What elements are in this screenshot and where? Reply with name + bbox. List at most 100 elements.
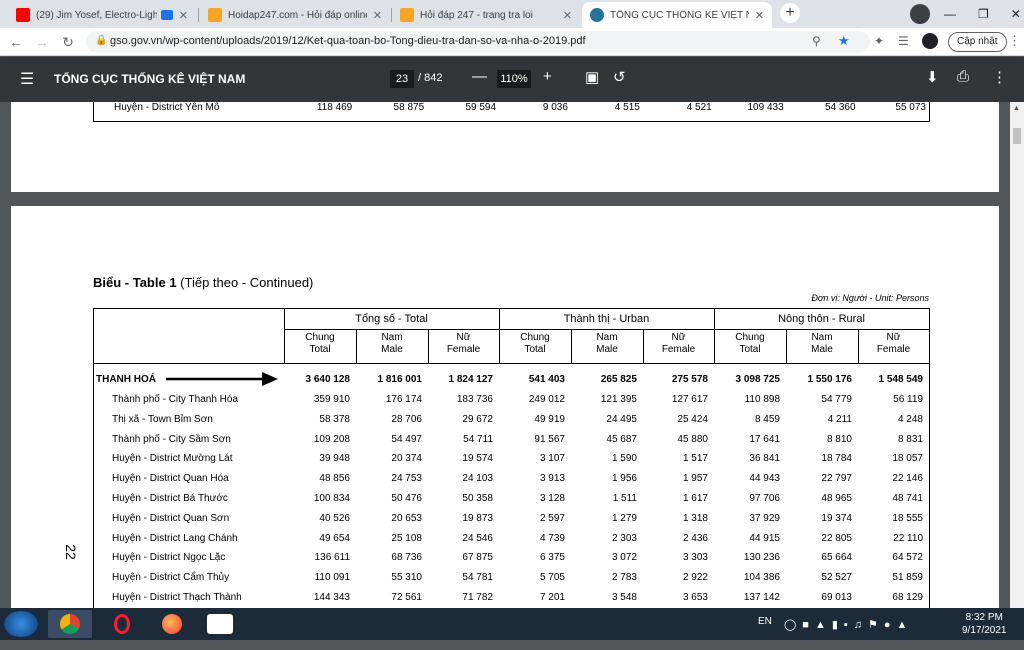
column-header: Chung Total (714, 332, 786, 356)
cell: 19 374 (821, 512, 852, 524)
update-button[interactable]: Cập nhật (948, 32, 1007, 52)
district-name: Thành phố - City Thanh Hóa (112, 394, 239, 405)
divider (284, 329, 929, 330)
divider (94, 363, 929, 364)
zoom-level-input[interactable]: 110% (497, 70, 531, 88)
cell: 36 841 (749, 453, 780, 465)
column-header-line: Female (446, 344, 481, 355)
cell: 2 922 (682, 572, 708, 584)
cell: 7 201 (539, 592, 565, 603)
column-header-line: Total (309, 344, 331, 355)
tab-close-icon[interactable]: ✕ (755, 9, 764, 22)
cell: 24 546 (462, 532, 493, 544)
cell: 51 859 (892, 572, 923, 584)
firefox-taskbar-icon[interactable] (150, 610, 194, 638)
cell: 4 521 (686, 102, 712, 113)
cell: 1 550 176 (807, 374, 853, 385)
restore-icon[interactable]: ❐ (978, 7, 989, 21)
column-header-line: Nam (811, 332, 833, 343)
lock-icon[interactable]: 🔒 (95, 35, 107, 46)
tab-close-icon[interactable]: ✕ (373, 9, 382, 22)
new-tab-button[interactable]: + (780, 3, 800, 23)
hamburger-menu-icon[interactable]: ☰ (20, 69, 34, 89)
cell: 44 915 (749, 532, 780, 544)
tab-hoidap247-2[interactable]: Hỏi đáp 247 - trang tra loi ✕ (392, 2, 580, 28)
profile-avatar-icon[interactable] (910, 4, 930, 24)
cell: 22 110 (893, 532, 923, 544)
column-header-line: Nam (381, 332, 403, 343)
cell: 59 594 (465, 102, 497, 113)
app-taskbar-icon[interactable] (198, 610, 242, 638)
district-name: Huyện - District Mường Lát (112, 453, 233, 465)
pdf-viewer[interactable]: Huyện - District Yên Mô 118 469 58 875 5… (0, 102, 1010, 608)
table-row: Thành phố - City Thanh Hóa 359 910 176 174… (94, 391, 929, 411)
previous-page-table: Huyện - District Yên Mô 118 469 58 875 5… (93, 102, 930, 122)
close-window-icon[interactable]: ✕ (1011, 7, 1021, 21)
vertical-scrollbar[interactable]: ▲ (1010, 102, 1024, 608)
cell: 48 856 (319, 473, 350, 485)
scroll-up-icon[interactable]: ▲ (1013, 105, 1020, 112)
cell: 3 128 (539, 493, 565, 504)
tab-gso[interactable]: TỔNG CỤC THỐNG KÊ VIỆT NAM ✕ (582, 2, 772, 28)
group-header-rural: Nông thôn - Rural (778, 313, 865, 325)
cell: 2 783 (611, 572, 637, 584)
url-text[interactable]: gso.gov.vn/wp-content/uploads/2019/12/Ke… (110, 35, 586, 47)
cell: 72 561 (391, 592, 422, 603)
extensions-icon[interactable]: ✦ (874, 34, 884, 48)
cell: 183 736 (456, 394, 493, 405)
cell: 54 779 (821, 394, 852, 405)
group-header-total: Tổng số - Total (355, 313, 428, 325)
cell: 68 736 (391, 552, 422, 564)
tab-hoidap247[interactable]: Hoidap247.com - Hỏi đáp online ✕ (200, 2, 390, 28)
cell: 110 898 (744, 394, 780, 405)
cell: 58 378 (319, 413, 350, 425)
cell: 19 574 (462, 453, 493, 465)
media-icon[interactable]: ☰ (898, 34, 909, 48)
cell: 64 572 (892, 552, 923, 564)
cell: 28 706 (391, 413, 422, 425)
forward-icon[interactable]: → (32, 32, 52, 52)
cell: 24 753 (391, 473, 422, 485)
minimize-icon[interactable]: — (944, 7, 956, 21)
cell: 18 784 (821, 453, 852, 465)
chrome-taskbar-icon[interactable] (48, 610, 92, 638)
download-icon[interactable]: ⬇ (926, 68, 939, 86)
column-header-line: Female (661, 344, 696, 355)
omnibox[interactable]: 🔒 gso.gov.vn/wp-content/uploads/2019/12/… (86, 31, 870, 53)
arrow-annotation-icon (166, 372, 278, 386)
more-options-icon[interactable]: ⋮ (992, 68, 1007, 86)
menu-dots-icon[interactable]: ⋮ (1008, 33, 1021, 49)
bookmark-star-icon[interactable]: ★ (838, 33, 850, 49)
tab-close-icon[interactable]: ✕ (563, 9, 572, 22)
tab-youtube[interactable]: (29) Jim Yosef, Electro-Light - ✕ (8, 2, 196, 28)
fit-page-icon[interactable]: ▣ (585, 68, 599, 86)
cell: 104 386 (743, 572, 780, 584)
cell: 54 781 (462, 572, 493, 584)
cell: 54 497 (391, 433, 422, 445)
rotate-icon[interactable]: ↺ (613, 68, 626, 86)
scroll-thumb[interactable] (1013, 128, 1021, 144)
district-name: Thành phố - City Sầm Sơn (112, 433, 231, 445)
language-indicator[interactable]: EN (758, 616, 772, 648)
district-name: Huyện - District Lang Chánh (112, 532, 238, 544)
cell: 44 943 (749, 473, 780, 485)
zoom-in-icon[interactable]: + (543, 68, 552, 85)
cell: 48 741 (892, 493, 923, 504)
cell: 24 495 (606, 413, 637, 425)
start-button-icon[interactable] (4, 611, 38, 637)
account-icon[interactable] (922, 33, 938, 49)
print-icon[interactable]: ⎙ (957, 68, 969, 85)
column-header-line: Female (876, 344, 911, 355)
cell: 40 526 (319, 512, 350, 524)
zoom-icon[interactable]: ⚲ (812, 34, 821, 48)
tab-close-icon[interactable]: ✕ (179, 9, 188, 22)
back-icon[interactable]: ← (6, 32, 26, 52)
cell: 3 303 (682, 552, 708, 564)
opera-taskbar-icon[interactable] (100, 610, 144, 638)
cell: 68 129 (892, 592, 923, 603)
reload-icon[interactable]: ↻ (58, 32, 78, 52)
system-tray-icons[interactable]: ◯■▲▮▪♫⚑●▲ (784, 618, 913, 650)
clock[interactable]: 8:32 PM 9/17/2021 (962, 612, 1007, 644)
zoom-out-icon[interactable]: — (472, 68, 487, 85)
page-number-input[interactable]: 23 (390, 70, 414, 88)
